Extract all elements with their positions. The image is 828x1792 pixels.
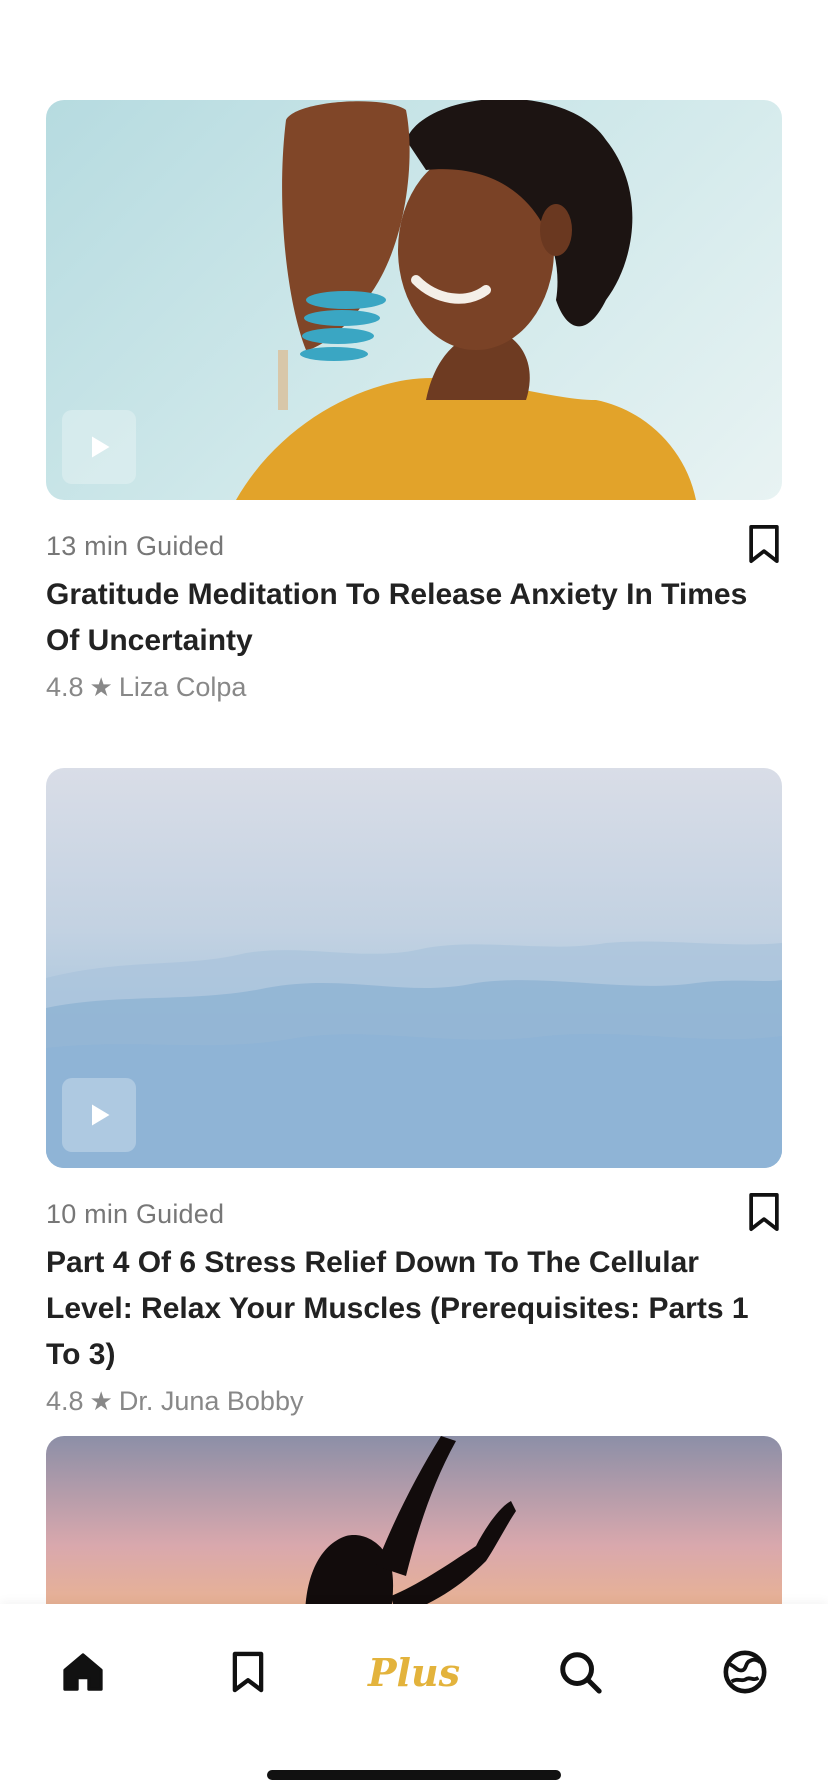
tab-list: Plus <box>0 1642 828 1702</box>
author-name[interactable]: Liza Colpa <box>119 672 247 703</box>
search-icon <box>559 1652 602 1694</box>
rating-row: 4.8 ★ Liza Colpa <box>46 672 782 703</box>
bookmark-button[interactable] <box>746 1192 782 1237</box>
content-card[interactable]: 13 min Guided Gratitude Meditation To Re… <box>46 100 782 703</box>
bookmark-button[interactable] <box>746 524 782 569</box>
tab-saved[interactable] <box>198 1642 298 1702</box>
star-icon: ★ <box>89 1386 113 1416</box>
home-icon <box>63 1653 103 1691</box>
content-card[interactable]: 10 min Guided Part 4 Of 6 Stress Relief … <box>46 768 782 1417</box>
home-indicator <box>267 1770 561 1780</box>
rating-value: 4.8 <box>46 672 84 702</box>
rating-value: 4.8 <box>46 1386 84 1416</box>
tab-home[interactable] <box>33 1642 133 1702</box>
content-thumbnail[interactable] <box>46 768 782 1168</box>
play-icon <box>92 436 110 458</box>
card-meta-row: 13 min Guided <box>46 524 782 569</box>
tab-search[interactable] <box>530 1642 630 1702</box>
content-thumbnail[interactable] <box>46 100 782 500</box>
bottom-tab-bar: Plus <box>0 1604 828 1792</box>
author-name[interactable]: Dr. Juna Bobby <box>119 1386 304 1417</box>
tab-plus[interactable]: Plus <box>364 1642 464 1702</box>
plus-label: Plus <box>367 1649 460 1695</box>
star-icon: ★ <box>89 672 113 702</box>
play-button[interactable] <box>62 1078 136 1152</box>
bookmark-icon <box>749 524 779 563</box>
play-icon <box>92 1104 110 1126</box>
bookmark-icon <box>233 1651 264 1693</box>
globe-icon <box>723 1650 767 1694</box>
mountains-photo <box>46 941 782 1168</box>
tab-explore[interactable] <box>695 1642 795 1702</box>
rating-row: 4.8 ★ Dr. Juna Bobby <box>46 1386 782 1417</box>
duration-label: 10 min Guided <box>46 1198 225 1229</box>
play-button[interactable] <box>62 410 136 484</box>
content-title[interactable]: Part 4 Of 6 Stress Relief Down To The Ce… <box>46 1240 782 1378</box>
bookmark-icon <box>749 1192 779 1231</box>
duration-label: 13 min Guided <box>46 530 225 561</box>
meditation-photo <box>236 100 696 500</box>
content-title[interactable]: Gratitude Meditation To Release Anxiety … <box>46 572 782 664</box>
card-meta-row: 10 min Guided <box>46 1192 782 1237</box>
